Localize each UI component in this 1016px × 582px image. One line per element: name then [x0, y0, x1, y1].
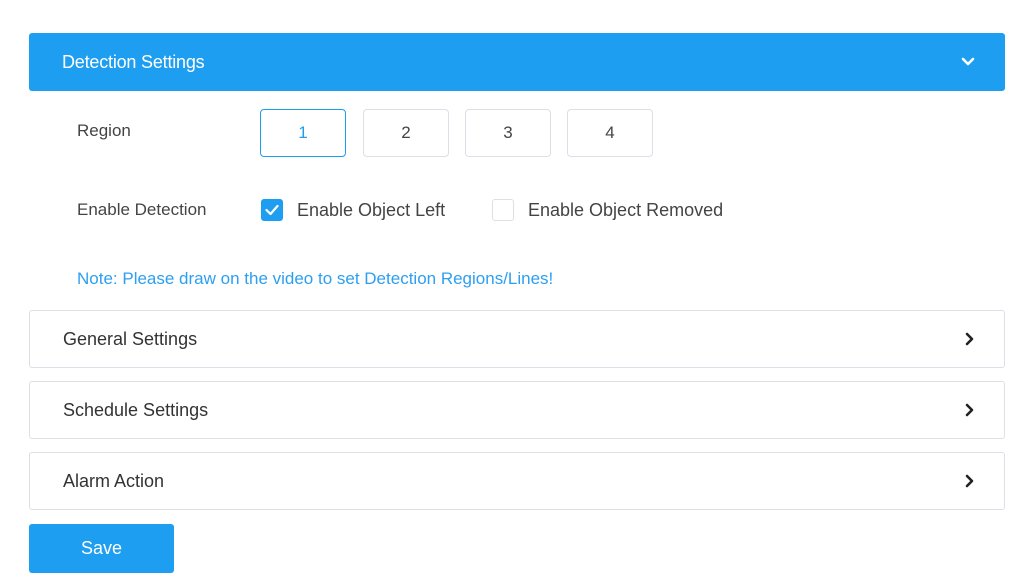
schedule-settings-header[interactable]: Schedule Settings: [29, 381, 1005, 439]
alarm-action-title: Alarm Action: [63, 470, 165, 491]
enable-object-removed-label: Enable Object Removed: [528, 199, 724, 220]
enable-object-left-option[interactable]: Enable Object Left: [261, 196, 445, 224]
checkmark-icon: [265, 204, 279, 216]
general-settings-header[interactable]: General Settings: [29, 310, 1005, 368]
chevron-down-icon[interactable]: [959, 53, 977, 71]
region-button-1[interactable]: 1: [260, 109, 346, 157]
enable-object-left-label: Enable Object Left: [297, 199, 446, 220]
detection-note: Note: Please draw on the video to set De…: [77, 269, 554, 288]
region-label: Region: [77, 121, 131, 140]
chevron-right-icon[interactable]: [962, 472, 976, 490]
chevron-right-icon[interactable]: [962, 401, 976, 419]
region-button-4[interactable]: 4: [567, 109, 653, 157]
schedule-settings-title: Schedule Settings: [63, 399, 209, 420]
chevron-right-icon[interactable]: [962, 330, 976, 348]
enable-object-removed-option[interactable]: Enable Object Removed: [492, 196, 723, 224]
region-button-2[interactable]: 2: [363, 109, 449, 157]
detection-settings-title: Detection Settings: [62, 51, 205, 72]
save-button[interactable]: Save: [29, 524, 174, 573]
region-button-3[interactable]: 3: [465, 109, 551, 157]
enable-object-removed-checkbox[interactable]: [492, 199, 514, 221]
detection-settings-page: Detection Settings Region 1 2 3 4 Enable…: [0, 0, 1016, 582]
enable-detection-label: Enable Detection: [77, 200, 207, 219]
detection-settings-header[interactable]: Detection Settings: [29, 33, 1005, 91]
general-settings-title: General Settings: [63, 328, 198, 349]
alarm-action-header[interactable]: Alarm Action: [29, 452, 1005, 510]
enable-object-left-checkbox[interactable]: [261, 199, 283, 221]
